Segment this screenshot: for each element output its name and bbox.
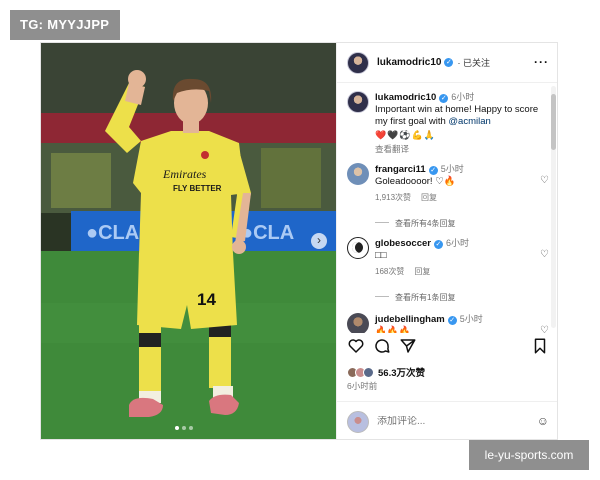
avatar[interactable] bbox=[347, 51, 369, 74]
verified-badge-icon: ✓ bbox=[447, 316, 457, 325]
svg-text:●CLA: ●CLA bbox=[241, 222, 294, 244]
send-icon[interactable] bbox=[399, 337, 417, 355]
svg-text:FLY BETTER: FLY BETTER bbox=[173, 184, 222, 193]
comment-meta: 1,913次赞 回复 bbox=[375, 192, 540, 204]
player-photo-illustration: ●CLA ●CLA 14 Emirates FLY BETTER bbox=[41, 43, 336, 439]
carousel-dot bbox=[189, 426, 193, 430]
comment-input[interactable] bbox=[377, 416, 507, 427]
verified-badge-icon: ✓ bbox=[433, 240, 443, 249]
avatar[interactable] bbox=[347, 313, 369, 333]
view-replies-link[interactable]: 查看所有4条回复 bbox=[375, 218, 455, 229]
comment-username[interactable]: globesoccer bbox=[375, 238, 431, 249]
chevron-right-icon[interactable]: › bbox=[311, 233, 327, 249]
view-replies-link[interactable]: 查看所有1条回复 bbox=[375, 292, 455, 303]
avatar[interactable] bbox=[347, 237, 369, 259]
smiley-icon[interactable]: ☺ bbox=[537, 414, 549, 428]
bookmark-icon[interactable] bbox=[531, 337, 549, 355]
more-options-icon[interactable]: ··· bbox=[534, 55, 549, 69]
comment-text: 🔥🔥🔥 bbox=[375, 326, 411, 333]
liker-avatar bbox=[363, 366, 374, 378]
reply-button[interactable]: 回复 bbox=[414, 267, 430, 276]
comment-text: □□ bbox=[375, 250, 387, 261]
comment-likes[interactable]: 168次赞 bbox=[375, 267, 404, 276]
add-comment-bar: ☺ bbox=[337, 401, 557, 439]
reply-button[interactable]: 回复 bbox=[421, 193, 437, 202]
carousel-dot bbox=[175, 426, 179, 430]
comment-heart-icon[interactable]: ♡ bbox=[540, 249, 549, 260]
comment-username[interactable]: frangarci11 bbox=[375, 164, 426, 175]
comment-username[interactable]: judebellingham bbox=[375, 314, 445, 325]
carousel-dot bbox=[182, 426, 186, 430]
watermark-top-left: TG: MYYJJPP bbox=[10, 10, 120, 40]
heart-icon[interactable] bbox=[347, 337, 365, 355]
comment-likes[interactable]: 1,913次赞 bbox=[375, 193, 411, 202]
verified-badge-icon: ✓ bbox=[428, 166, 438, 175]
post-header: lukamodric10 ✓ · 已关注 ··· bbox=[337, 43, 557, 83]
verified-badge-icon: ✓ bbox=[444, 58, 454, 67]
action-bar bbox=[337, 337, 557, 359]
post-photo[interactable]: ●CLA ●CLA 14 Emirates FLY BETTER › bbox=[41, 43, 336, 439]
comment-heart-icon[interactable]: ♡ bbox=[540, 325, 549, 333]
posted-time: 6小时前 bbox=[347, 381, 378, 391]
comment-time: 5小时 bbox=[459, 314, 483, 324]
caption-emojis: ❤️🖤⚽💪🙏 bbox=[375, 130, 437, 140]
comment-text: Goleadoooor! ♡🔥 bbox=[375, 176, 456, 187]
avatar[interactable] bbox=[347, 91, 369, 113]
comment-icon[interactable] bbox=[373, 337, 391, 355]
comment-meta: 168次赞 回复 bbox=[375, 266, 540, 278]
avatar bbox=[347, 410, 369, 433]
comment-time: 6小时 bbox=[445, 238, 469, 248]
comments-list: lukamodric10 ✓ 6小时 Important win at home! … bbox=[337, 83, 557, 333]
header-username[interactable]: lukamodric10 bbox=[377, 57, 441, 68]
follow-status[interactable]: · 已关注 bbox=[457, 56, 490, 69]
verified-badge-icon: ✓ bbox=[439, 94, 449, 103]
likes-row: 56.3万次赞 bbox=[347, 365, 425, 379]
comment-time: 5小时 bbox=[440, 164, 464, 174]
caption-username[interactable]: lukamodric10 bbox=[375, 92, 436, 103]
svg-text:14: 14 bbox=[197, 290, 216, 309]
comment-heart-icon[interactable]: ♡ bbox=[540, 175, 549, 186]
svg-text:Emirates: Emirates bbox=[162, 167, 207, 181]
caption-text: Important win at home! Happy to score my… bbox=[375, 104, 540, 128]
caption-time: 6小时 bbox=[451, 92, 475, 102]
instagram-post: ●CLA ●CLA 14 Emirates FLY BETTER › lukam… bbox=[40, 42, 558, 440]
page: TG: MYYJJPP ●CLA ●CLA 14 Emirates FLY BE… bbox=[0, 0, 600, 480]
svg-text:●CLA: ●CLA bbox=[86, 222, 139, 244]
likes-count[interactable]: 56.3万次赞 bbox=[378, 365, 425, 379]
carousel-dots bbox=[175, 426, 193, 430]
avatar[interactable] bbox=[347, 163, 369, 185]
mention-link[interactable]: @acmilan bbox=[448, 116, 490, 127]
watermark-bottom-right: le-yu-sports.com bbox=[469, 440, 589, 470]
translate-link[interactable]: 查看翻译 bbox=[375, 143, 540, 155]
post-side-panel: lukamodric10 ✓ · 已关注 ··· lukamodric10 ✓ 6小… bbox=[336, 43, 557, 439]
